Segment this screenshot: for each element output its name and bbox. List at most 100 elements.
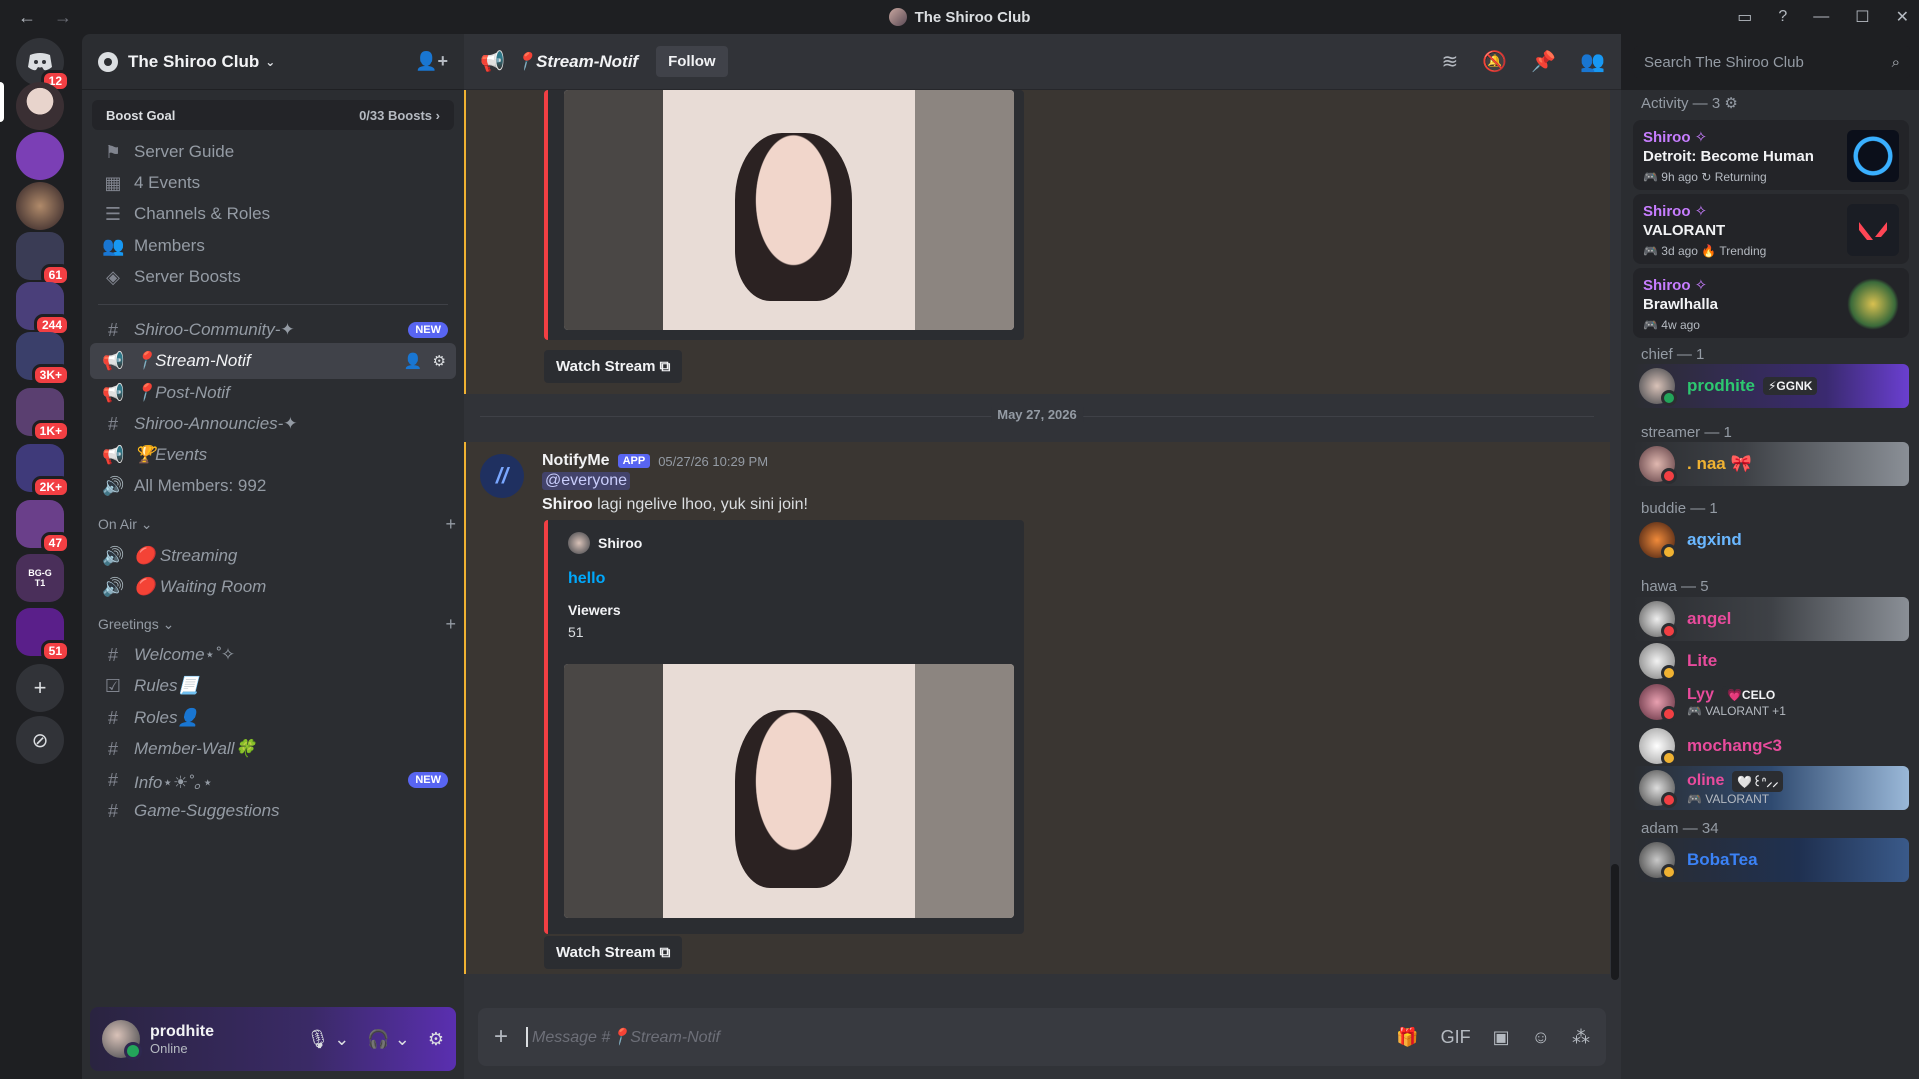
member-item[interactable]: oline 🤍꒰ᐢ⸝⸝ 🎮 VALORANT xyxy=(1633,766,1909,810)
headphones-icon[interactable]: 🎧 ⌄ xyxy=(367,1029,410,1050)
embed-field-name: Viewers xyxy=(568,602,621,618)
nav-channels-roles[interactable]: ☰ Channels & Roles xyxy=(90,196,456,232)
minimize-icon[interactable]: — xyxy=(1813,8,1829,26)
member-item[interactable]: Lyy 💗CELO 🎮 VALORANT +1 xyxy=(1633,680,1909,724)
server-folder-icon[interactable]: 61 xyxy=(16,232,70,286)
avatar xyxy=(1639,446,1677,484)
member-item[interactable]: BobaTea xyxy=(1633,838,1909,882)
gear-icon[interactable]: ⚙ xyxy=(428,1029,444,1050)
avatar xyxy=(1639,601,1677,639)
category-on-air[interactable]: On Air ⌄ + xyxy=(98,512,456,536)
chevron-down-icon: ⌄ xyxy=(265,54,276,69)
message-input[interactable]: Message #📍Stream-Notif xyxy=(526,1027,720,1047)
scrollbar[interactable] xyxy=(1611,864,1619,980)
microphone-icon[interactable]: 🎙 ⌄ xyxy=(306,1029,349,1050)
date-divider: May 27, 2026 xyxy=(480,407,1594,422)
message-composer: + Message #📍Stream-Notif 🎁 GIF ▣ ☺ ⁂ xyxy=(478,1008,1606,1066)
apps-icon[interactable]: ⁂ xyxy=(1572,1027,1590,1048)
server-shiroo-icon[interactable] xyxy=(16,82,64,130)
help-icon[interactable]: ? xyxy=(1778,8,1787,26)
category-greetings[interactable]: Greetings ⌄ + xyxy=(98,612,456,636)
selected-pill xyxy=(0,82,4,122)
close-icon[interactable]: ✕ xyxy=(1896,7,1909,27)
member-item[interactable]: . naa 🎀 xyxy=(1633,442,1909,486)
boost-goal-bar[interactable]: Boost Goal 0/33 Boosts › xyxy=(92,100,454,130)
avatar[interactable] xyxy=(102,1020,142,1060)
gift-icon[interactable]: 🎁 xyxy=(1396,1027,1418,1048)
home-button[interactable]: 12 xyxy=(16,38,70,92)
window-title: The Shiroo Club xyxy=(0,0,1919,34)
member-list: Activity — 3 ⚙ Shiroo ✧ Detroit: Become … xyxy=(1621,90,1919,1079)
activity-card[interactable]: Shiroo ✧ Brawlhalla 🎮 4w ago xyxy=(1633,268,1909,338)
watch-stream-button[interactable]: Watch Stream ⧉ xyxy=(544,936,683,969)
add-channel-icon[interactable]: + xyxy=(445,514,456,535)
member-item[interactable]: angel xyxy=(1633,597,1909,641)
message-author[interactable]: NotifyMe xyxy=(542,452,610,470)
nav-server-boosts[interactable]: ◈ Server Boosts xyxy=(90,259,456,295)
server-folder-icon[interactable]: 3K+ xyxy=(16,332,70,386)
megaphone-icon: 📢 xyxy=(102,444,125,465)
add-server-icon[interactable]: + xyxy=(16,664,64,712)
member-item[interactable]: prodhite ⚡GGNK xyxy=(1633,364,1909,408)
back-arrow-icon[interactable]: ← xyxy=(18,7,36,28)
guild-tag: 💗CELO xyxy=(1721,686,1781,704)
pin-icon[interactable]: 📌 xyxy=(1531,49,1556,74)
server-icon[interactable] xyxy=(16,182,64,230)
server-header[interactable]: The Shiroo Club ⌄ 👤+ xyxy=(82,34,464,90)
channel-stream-notif[interactable]: 📢 📍Stream-Notif 👤 ⚙ xyxy=(90,343,456,379)
role-header: adam — 34 xyxy=(1641,820,1719,837)
speaker-icon: 🔊 xyxy=(102,545,125,566)
server-folder-icon[interactable]: 2K+ xyxy=(16,444,70,498)
hashtag-icon: # xyxy=(107,769,118,790)
add-channel-icon[interactable]: + xyxy=(445,614,456,635)
invite-people-icon[interactable]: 👤+ xyxy=(415,51,448,72)
server-folder-icon[interactable]: 244 xyxy=(16,282,70,336)
watch-stream-button[interactable]: Watch Stream ⧉ xyxy=(544,350,683,383)
member-list-icon[interactable]: 👥 xyxy=(1580,49,1605,74)
discover-compass-icon[interactable]: ⊘ xyxy=(16,716,64,764)
server-folder-icon[interactable]: 1K+ xyxy=(16,388,70,442)
member-item[interactable]: mochang<3 xyxy=(1633,724,1909,768)
notification-bell-muted-icon[interactable]: 🔕 xyxy=(1482,49,1507,74)
channel-all-members[interactable]: 🔊 All Members: 992 xyxy=(90,468,456,504)
guild-tag: 🤍꒰ᐢ⸝⸝ xyxy=(1732,770,1784,792)
follow-button[interactable]: Follow xyxy=(656,46,728,77)
divider xyxy=(98,304,448,305)
sticker-icon[interactable]: ▣ xyxy=(1493,1027,1510,1048)
member-item[interactable]: agxind xyxy=(1633,518,1909,562)
stream-thumbnail[interactable] xyxy=(564,664,1014,918)
search-input[interactable]: Search The Shiroo Club ⌕ xyxy=(1634,46,1910,78)
maximize-icon[interactable]: ☐ xyxy=(1855,7,1869,27)
inbox-icon[interactable]: ▭ xyxy=(1737,7,1752,27)
server-folder-icon[interactable]: BG-G T1 xyxy=(16,554,64,602)
invite-icon[interactable]: 👤 xyxy=(404,352,423,370)
attach-plus-icon[interactable]: + xyxy=(494,1023,508,1051)
megaphone-icon: 📢 xyxy=(480,51,505,73)
channel-game-suggestions[interactable]: # Game-Suggestions xyxy=(90,793,456,829)
bot-avatar[interactable]: // xyxy=(480,454,524,498)
user-status: Online xyxy=(150,1040,188,1056)
server-folder-icon[interactable]: 47 xyxy=(16,500,70,554)
emoji-icon[interactable]: ☺ xyxy=(1532,1027,1550,1048)
avatar xyxy=(1639,643,1677,681)
server-icon[interactable] xyxy=(16,132,64,180)
everyone-mention[interactable]: @everyone xyxy=(542,472,631,490)
activity-card[interactable]: Shiroo ✧ Detroit: Become Human 🎮 9h ago … xyxy=(1633,120,1909,190)
threads-icon[interactable]: ≋ xyxy=(1442,49,1459,74)
activity-header: Activity — 3 ⚙ xyxy=(1641,95,1738,112)
gif-icon[interactable]: GIF xyxy=(1441,1027,1471,1048)
channel-rules[interactable]: ☑ Rules📃 xyxy=(90,668,456,704)
forward-arrow-icon[interactable]: → xyxy=(54,7,72,28)
user-name: prodhite xyxy=(150,1022,214,1040)
message-list: Watch Stream ⧉ May 27, 2026 // NotifyMe … xyxy=(464,90,1610,978)
stream-thumbnail[interactable] xyxy=(564,90,1014,330)
server-folder-icon[interactable]: 51 xyxy=(16,608,70,662)
list-icon: ☰ xyxy=(104,203,122,224)
message-body: Shiroo lagi ngelive lhoo, yuk sini join! xyxy=(542,496,808,513)
avatar xyxy=(1639,842,1677,880)
gear-icon[interactable]: ⚙ xyxy=(433,352,446,370)
voice-channel-waiting-room[interactable]: 🔊 🔴 Waiting Room xyxy=(90,569,456,605)
member-item[interactable]: Lite xyxy=(1633,639,1909,683)
embed-title-link[interactable]: hello xyxy=(568,570,605,588)
activity-card[interactable]: Shiroo ✧ VALORANT 🎮 3d ago 🔥 Trending xyxy=(1633,194,1909,264)
